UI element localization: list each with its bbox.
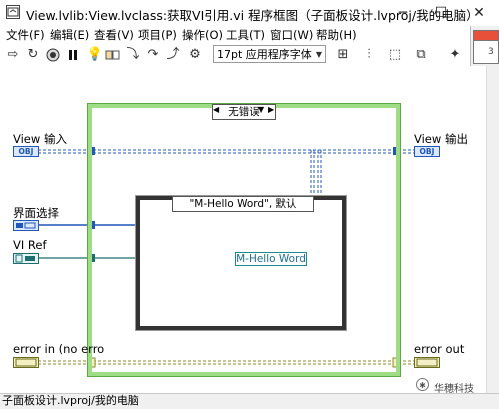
terminal-error-in[interactable] [13,357,39,368]
case-selector-label: 无错误 [228,106,260,118]
label-error-out: error out [414,342,465,356]
inner-case-selector-label: "M-Hello Word", 默认 [189,198,297,210]
wechat-icon: ✱ [416,378,429,391]
terminal-view-in[interactable]: OBJ [13,146,39,157]
terminal-panel-select[interactable] [13,220,39,231]
terminal-vi-ref[interactable] [13,253,39,264]
label-error-in: error in (no erro [13,342,105,356]
status-project-path: 子面板设计.lvproj/我的电脑 [2,394,139,407]
terminal-view-out[interactable]: OBJ [414,146,440,157]
inner-case-selector[interactable]: "M-Hello Word", 默认 [172,196,314,212]
case-next-arrow-icon[interactable]: ▶ [268,105,274,114]
terminal-error-out[interactable] [414,357,440,368]
case-dropdown-icon[interactable]: ▼ [258,105,264,114]
label-view-in: View 输入 [13,132,67,146]
label-vi-ref: VI Ref [13,238,47,252]
string-constant[interactable]: M-Hello Word [235,252,307,266]
case-prev-arrow-icon[interactable]: ◀ [213,105,219,114]
label-view-out: View 输出 [414,132,468,146]
case-selector[interactable]: 无错误 [212,104,276,120]
label-panel-select: 界面选择 [13,206,59,220]
